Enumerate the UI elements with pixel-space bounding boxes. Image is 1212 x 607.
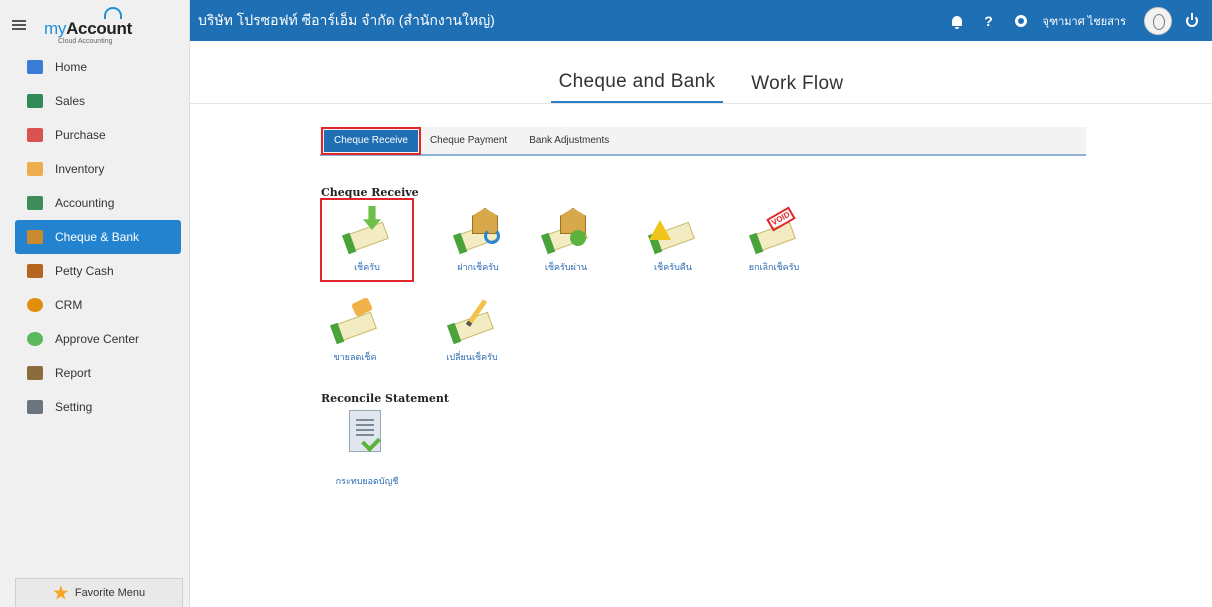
- tab-work-flow[interactable]: Work Flow: [743, 73, 851, 103]
- power-icon[interactable]: [1186, 12, 1198, 27]
- sidebar-item-approve-center[interactable]: Approve Center: [15, 322, 181, 356]
- sidebar-item-label: Purchase: [55, 128, 106, 142]
- help-button[interactable]: ?: [973, 0, 1005, 41]
- gear-icon: [1014, 14, 1027, 27]
- check-circle-icon: [27, 332, 43, 346]
- tab-bank-adjustments[interactable]: Bank Adjustments: [519, 130, 619, 152]
- logo-subtitle: Cloud Accounting: [58, 38, 113, 45]
- sidebar-item-label: Sales: [55, 94, 86, 108]
- bank-check-icon: [538, 206, 594, 256]
- favorite-menu-button[interactable]: Favorite Menu: [15, 578, 183, 607]
- section-title-cheque-receive: Cheque Receive: [321, 186, 419, 199]
- box-icon: [27, 162, 43, 176]
- avatar[interactable]: [1144, 6, 1172, 35]
- tile-cheque-passed[interactable]: เช็ครับผ่าน: [521, 200, 611, 280]
- tools-icon: [27, 400, 43, 414]
- reconcile-document-icon: [339, 410, 395, 460]
- sidebar-item-label: Cheque & Bank: [55, 230, 140, 244]
- tile-cheque-returned[interactable]: เช็ครับคืน: [628, 200, 718, 280]
- company-name[interactable]: บริษัท โปรซอฟท์ ซีอาร์เอ็ม จำกัด (สำนักง…: [198, 10, 495, 32]
- sidebar-item-label: Inventory: [55, 162, 105, 176]
- discount-cheque-icon: [327, 296, 383, 346]
- sidebar-item-label: Approve Center: [55, 332, 140, 346]
- sidebar-item-cheque-bank[interactable]: Cheque & Bank: [15, 220, 181, 254]
- sidebar-item-label: CRM: [55, 298, 83, 312]
- sidebar-item-label: Petty Cash: [55, 264, 114, 278]
- hamburger-menu-icon[interactable]: [12, 20, 26, 30]
- user-name[interactable]: จุฑามาศ ไชยสาร: [1043, 12, 1126, 30]
- sidebar-item-home[interactable]: Home: [15, 50, 181, 84]
- crm-icon: [27, 298, 43, 312]
- edit-cheque-icon: [444, 296, 500, 346]
- sidebar-item-accounting[interactable]: Accounting: [15, 186, 181, 220]
- bank-deposit-icon: [450, 206, 506, 256]
- sidebar: myAccount Cloud Accounting Home Sales Pu…: [0, 0, 190, 607]
- favorite-menu-label: Favorite Menu: [74, 587, 146, 599]
- logo-main: Account: [66, 19, 132, 38]
- tile-label: ฝากเช็ครับ: [457, 262, 499, 272]
- tile-label: เปลี่ยนเช็ครับ: [446, 352, 498, 362]
- ledger-icon: [27, 196, 43, 210]
- sidebar-item-label: Accounting: [55, 196, 115, 210]
- tile-cancel-cheque[interactable]: VOID ยกเลิกเช็ครับ: [729, 200, 819, 280]
- warning-cheque-icon: [645, 206, 701, 256]
- report-icon: [27, 366, 43, 380]
- tab-cheque-and-bank[interactable]: Cheque and Bank: [550, 71, 724, 103]
- sidebar-item-report[interactable]: Report: [15, 356, 181, 390]
- sales-icon: [27, 94, 43, 108]
- tile-reconcile-account[interactable]: กระทบยอดบัญชี: [322, 408, 412, 488]
- tab-cheque-receive[interactable]: Cheque Receive: [321, 126, 421, 155]
- tile-label: ยกเลิกเช็ครับ: [748, 262, 800, 272]
- sidebar-item-crm[interactable]: CRM: [15, 288, 181, 322]
- logo-prefix: my: [44, 19, 67, 38]
- settings-button[interactable]: [1005, 0, 1037, 41]
- section-title-reconcile: Reconcile Statement: [321, 392, 450, 405]
- app-logo[interactable]: myAccount Cloud Accounting: [44, 5, 154, 45]
- sidebar-item-label: Home: [55, 60, 88, 74]
- brand: myAccount Cloud Accounting: [0, 0, 189, 50]
- sub-tabs: Cheque Receive Cheque Payment Bank Adjus…: [320, 126, 1086, 156]
- tile-label: เช็ครับคืน: [654, 262, 692, 272]
- sidebar-item-sales[interactable]: Sales: [15, 84, 181, 118]
- sidebar-item-label: Setting: [55, 400, 93, 414]
- sidebar-item-setting[interactable]: Setting: [15, 390, 181, 424]
- tile-deposit-cheque[interactable]: ฝากเช็ครับ: [433, 200, 523, 280]
- top-bar: บริษัท โปรซอฟท์ ซีอาร์เอ็ม จำกัด (สำนักง…: [190, 0, 1212, 41]
- bell-icon: [951, 15, 962, 29]
- tile-label: เช็ครับ: [354, 262, 380, 272]
- cheque-receive-icon: [339, 206, 395, 256]
- tile-discount-cheque[interactable]: ขายลดเช็ค: [310, 292, 400, 372]
- tile-cheque-receive[interactable]: เช็ครับ: [320, 198, 414, 282]
- tile-label: กระทบยอดบัญชี: [335, 476, 399, 486]
- module-tabs: Cheque and Bank Work Flow: [190, 41, 1212, 104]
- tile-label: เช็ครับผ่าน: [544, 262, 588, 272]
- notification-button[interactable]: [941, 0, 973, 41]
- sidebar-item-label: Report: [55, 366, 92, 380]
- sidebar-menu: Home Sales Purchase Inventory Accounting…: [0, 50, 189, 424]
- sidebar-item-petty-cash[interactable]: Petty Cash: [15, 254, 181, 288]
- help-icon: ?: [984, 12, 993, 29]
- bank-icon: [27, 230, 43, 244]
- void-cheque-icon: VOID: [746, 206, 802, 256]
- cart-icon: [27, 128, 43, 142]
- home-icon: [27, 60, 43, 74]
- tile-label: ขายลดเช็ค: [333, 352, 377, 362]
- tab-cheque-payment[interactable]: Cheque Payment: [420, 130, 517, 152]
- cloud-icon: [104, 7, 122, 19]
- wallet-icon: [27, 264, 43, 278]
- tile-change-cheque[interactable]: เปลี่ยนเช็ครับ: [427, 292, 517, 372]
- sidebar-item-purchase[interactable]: Purchase: [15, 118, 181, 152]
- sidebar-item-inventory[interactable]: Inventory: [15, 152, 181, 186]
- star-icon: [53, 585, 69, 600]
